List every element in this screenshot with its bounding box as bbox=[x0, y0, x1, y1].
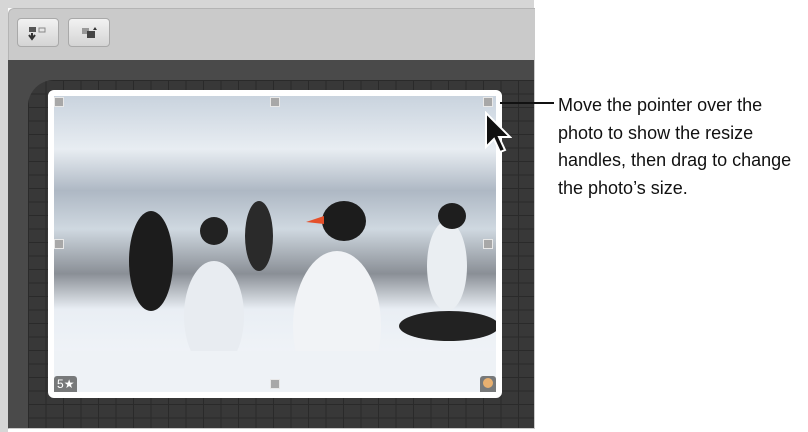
import-button[interactable] bbox=[17, 18, 59, 47]
photo-frame[interactable]: 5★ bbox=[48, 90, 512, 398]
star-icon: ★ bbox=[63, 377, 75, 391]
callout-text: Move the pointer over the photo to show … bbox=[558, 95, 792, 198]
resize-handle-top-left[interactable] bbox=[54, 97, 64, 107]
window-edge bbox=[0, 0, 8, 432]
window-top-edge bbox=[0, 0, 534, 8]
resize-handle-right[interactable] bbox=[483, 239, 493, 249]
resize-handle-top-right[interactable] bbox=[483, 97, 493, 107]
arrange-icon bbox=[82, 26, 97, 38]
pointer-cursor-icon bbox=[485, 111, 512, 154]
rating-badge: 5★ bbox=[54, 376, 78, 392]
penguin-photo[interactable]: 5★ bbox=[54, 96, 496, 392]
photo-badge-icon bbox=[480, 376, 496, 392]
import-icon bbox=[28, 26, 46, 41]
penguins-illustration bbox=[54, 201, 496, 392]
resize-handle-top[interactable] bbox=[270, 97, 280, 107]
resize-handle-left[interactable] bbox=[54, 239, 64, 249]
rating-value: 5 bbox=[57, 377, 64, 391]
arrange-button[interactable] bbox=[68, 18, 110, 47]
callout-line bbox=[500, 102, 554, 104]
resize-handle-bottom[interactable] bbox=[270, 379, 280, 389]
